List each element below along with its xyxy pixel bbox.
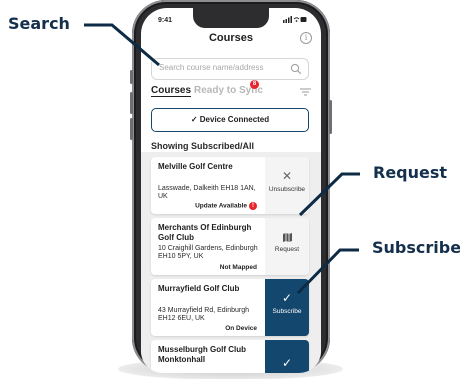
course-address: 10 Craighill Gardens, Edinburgh EH10 5PY… [158,245,258,260]
tab-bar: Courses Ready to Sync 8 [151,80,311,101]
search-input[interactable] [159,63,289,72]
check-icon: ✓ [190,115,198,124]
callout-search-label: Search [8,14,70,33]
status-icons [283,16,307,25]
callout-subscribe-label: Subscribe [372,238,460,257]
check-icon: ✓ [281,291,293,305]
course-status: Update Available! [195,202,257,210]
unsubscribe-button[interactable]: ✕ Unsubscribe [265,157,309,214]
course-card[interactable]: Merchants Of Edinburgh Golf Club 10 Crai… [151,218,309,275]
phone-side-button [130,92,133,114]
unsubscribe-label: Unsubscribe [268,186,306,193]
course-card[interactable]: Musselburgh Golf Club Monktonhall ✓ [151,340,309,373]
subscribe-button[interactable]: ✓ Subscribe [265,279,309,336]
course-list: Melville Golf Centre Lasswade, Dalkeith … [141,152,321,373]
phone-notch [193,8,269,28]
course-name: Musselburgh Golf Club Monktonhall [158,345,246,364]
phone-screen: 9:41 Courses i Courses Ready to Sync 8 ✓… [141,8,321,373]
course-status: On Device [225,325,257,332]
status-time: 9:41 [158,17,173,24]
device-connected-label: Device Connected [199,115,270,124]
phone-side-button [329,100,332,134]
course-card[interactable]: Melville Golf Centre Lasswade, Dalkeith … [151,157,309,214]
request-button[interactable]: Request [265,218,309,275]
section-title: Showing Subscribed/All [151,141,255,151]
close-icon: ✕ [281,169,293,183]
course-name: Melville Golf Centre [158,162,233,171]
course-card[interactable]: Murrayfield Golf Club 43 Murrayfield Rd,… [151,279,309,336]
page-title: Courses [208,32,254,44]
search-icon[interactable] [290,63,302,75]
subscribe-button[interactable]: ✓ [265,340,309,373]
request-label: Request [274,246,300,253]
map-icon [282,233,292,242]
course-address: Lasswade, Dalkeith EH18 1AN, UK [158,185,256,200]
course-name: Murrayfield Golf Club [158,284,240,293]
check-icon: ✓ [281,356,293,370]
signal-wifi-battery-icon [283,16,307,23]
alert-icon: ! [249,202,257,210]
phone-side-button [130,118,133,140]
course-address: 43 Murrayfield Rd, Edinburgh EH12 6EU, U… [158,307,250,322]
filter-icon[interactable] [300,88,311,96]
search-bar[interactable] [151,58,309,80]
info-icon[interactable]: i [300,32,312,44]
sync-count-badge: 8 [250,80,259,89]
tab-courses[interactable]: Courses [151,85,192,97]
phone-side-button [130,70,133,84]
subscribe-label: Subscribe [272,308,302,315]
course-status: Not Mapped [219,264,257,271]
device-connected-button[interactable]: ✓ Device Connected [151,108,309,132]
course-name: Merchants Of Edinburgh Golf Club [158,223,252,242]
callout-request-label: Request [373,163,448,182]
